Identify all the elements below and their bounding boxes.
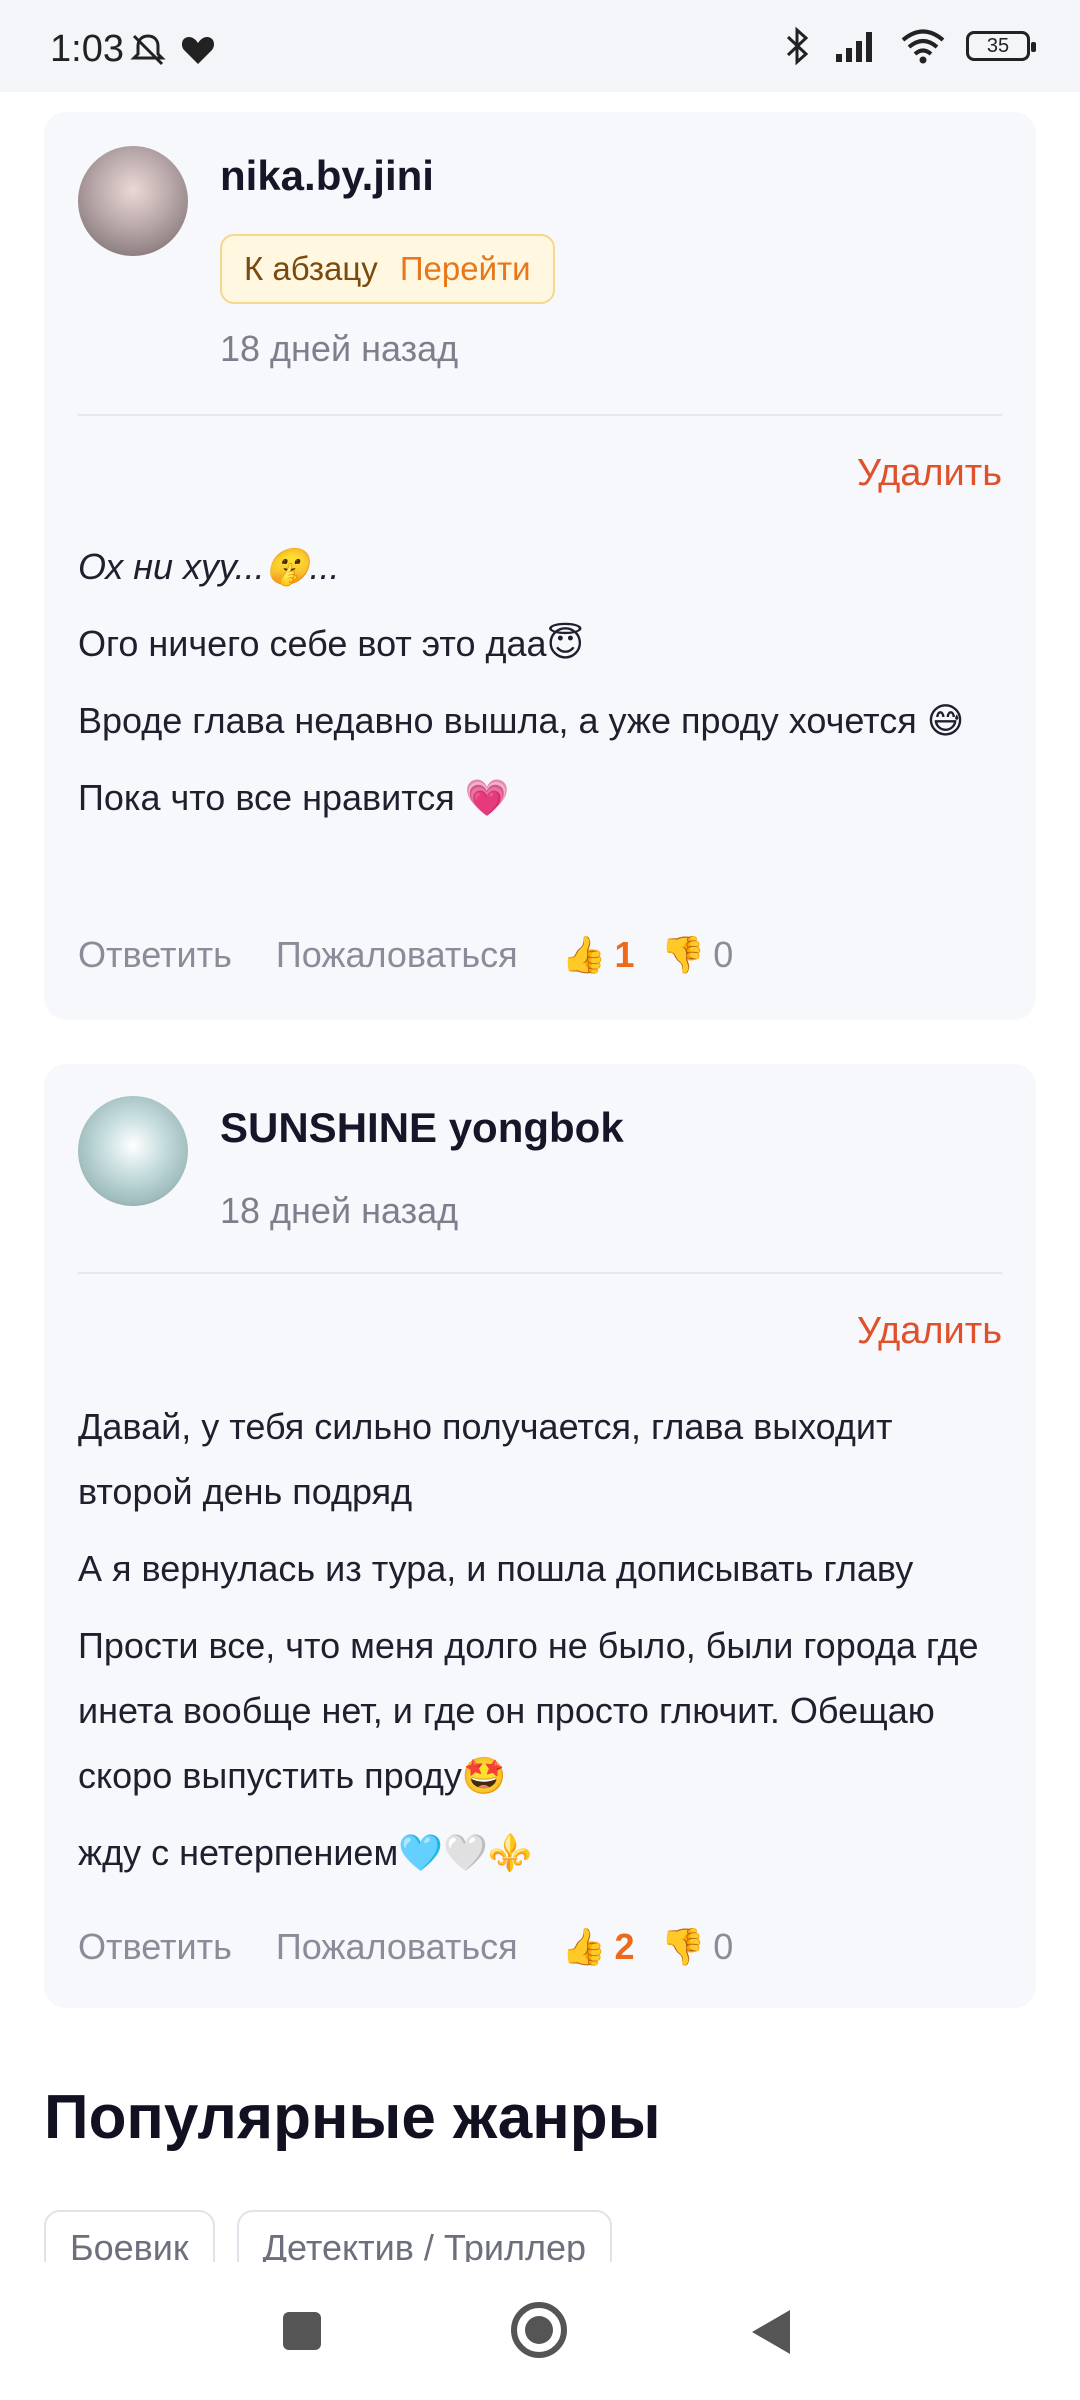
- comment-time: 18 дней назад: [220, 1190, 459, 1231]
- comment-line: Прости все, что меня долго не было, были…: [78, 1625, 979, 1796]
- signal-icon: [836, 32, 872, 62]
- thumbs-up-icon[interactable]: 👍: [562, 1926, 607, 1968]
- status-left-icons: [128, 30, 218, 70]
- bluetooth-icon: [786, 26, 809, 66]
- system-navigation-bar: [0, 2270, 1080, 2400]
- comment-line: Ох ни хуу...🤫...: [78, 546, 340, 587]
- comment-card: SUNSHINE yongbok 18 дней назад Удалить Д…: [44, 1064, 1036, 2008]
- chip-label: К абзацу: [244, 250, 378, 287]
- popular-genres-title: Популярные жанры: [44, 2083, 661, 2152]
- status-time: 1:03: [50, 28, 124, 70]
- avatar[interactable]: [78, 146, 188, 256]
- comment-username[interactable]: nika.by.jini: [220, 152, 434, 200]
- dislike-count: 0: [713, 934, 734, 975]
- wifi-icon: [901, 29, 945, 64]
- battery-indicator: 35: [966, 31, 1036, 61]
- comment-line: Ого ничего себе вот это даа😇: [78, 623, 585, 664]
- comment-line: А я вернулась из тура, и пошла дописыват…: [78, 1548, 914, 1589]
- bell-off-icon: [130, 34, 166, 66]
- paragraph-link-chip[interactable]: К абзацу Перейти: [220, 234, 555, 304]
- comment-body: Ох ни хуу...🤫... Ого ничего себе вот это…: [78, 534, 1002, 842]
- comment-line: Вроде глава недавно вышла, а уже проду х…: [78, 700, 965, 741]
- divider: [78, 1272, 1002, 1274]
- thumbs-down-icon[interactable]: 👎: [660, 934, 705, 976]
- avatar[interactable]: [78, 1096, 188, 1206]
- comment-username[interactable]: SUNSHINE yongbok: [220, 1104, 624, 1152]
- thumbs-up-icon[interactable]: 👍: [562, 934, 607, 976]
- like-count: 2: [614, 1926, 635, 1967]
- report-button[interactable]: Пожаловаться: [276, 1926, 518, 1968]
- divider: [78, 414, 1002, 416]
- reply-button[interactable]: Ответить: [78, 934, 232, 976]
- thumbs-down-icon[interactable]: 👎: [660, 1926, 705, 1968]
- heart-icon: [181, 37, 215, 64]
- back-button[interactable]: [752, 2310, 790, 2354]
- status-bar: 1:03 35: [0, 0, 1080, 92]
- delete-button[interactable]: Удалить: [857, 1310, 1002, 1353]
- comment-time: 18 дней назад: [220, 328, 459, 369]
- status-right-icons: 35: [780, 26, 1036, 66]
- recent-apps-button[interactable]: [283, 2312, 321, 2350]
- comment-actions: Ответить Пожаловаться 👍 2 👎 0: [78, 1926, 733, 1968]
- comment-line: жду с нетерпением🩵🤍⚜️: [78, 1832, 533, 1873]
- comment-line: Давай, у тебя сильно получается, глава в…: [78, 1406, 893, 1512]
- comment-card: nika.by.jini К абзацу Перейти 18 дней на…: [44, 112, 1036, 1020]
- comment-line: Пока что все нравится 💗: [78, 777, 510, 818]
- home-button[interactable]: [511, 2302, 567, 2358]
- reply-button[interactable]: Ответить: [78, 1926, 232, 1968]
- comment-body: Давай, у тебя сильно получается, глава в…: [78, 1394, 1002, 1897]
- go-to-paragraph-link[interactable]: Перейти: [400, 250, 531, 288]
- delete-button[interactable]: Удалить: [857, 452, 1002, 495]
- comment-actions: Ответить Пожаловаться 👍 1 👎 0: [78, 934, 733, 976]
- dislike-count: 0: [713, 1926, 734, 1967]
- like-count: 1: [614, 934, 635, 975]
- report-button[interactable]: Пожаловаться: [276, 934, 518, 976]
